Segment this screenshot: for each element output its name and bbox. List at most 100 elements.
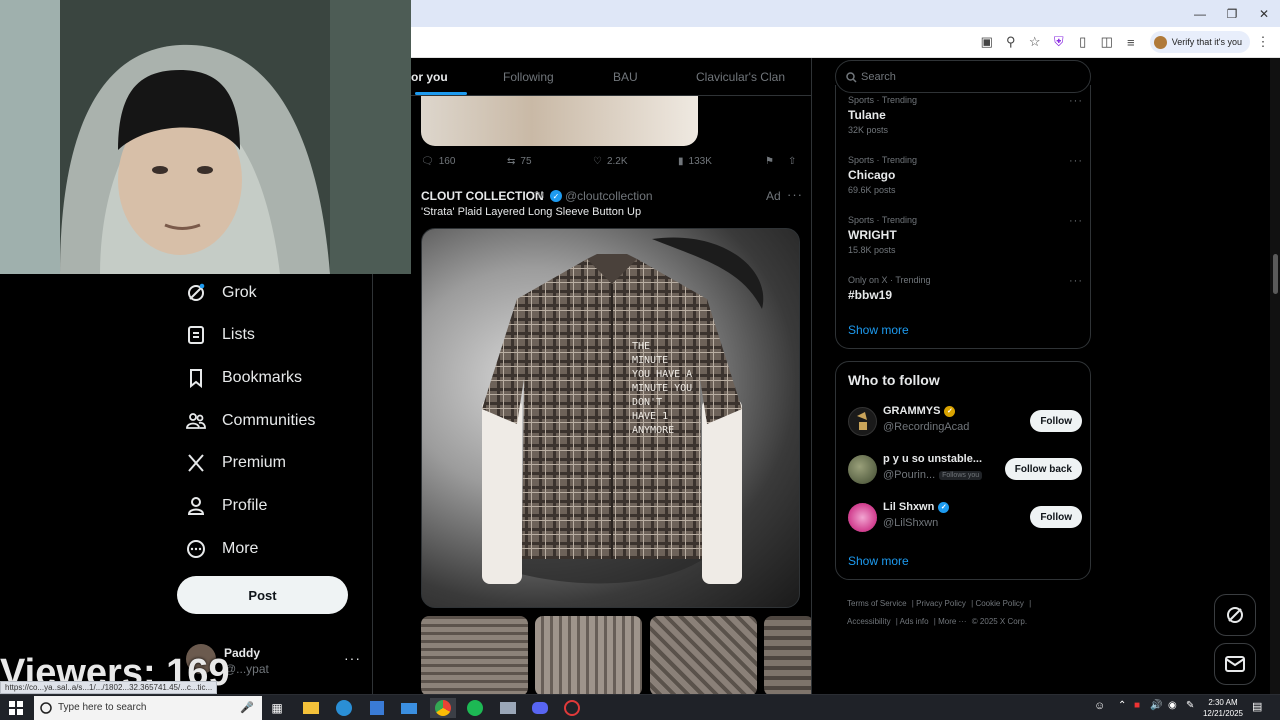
task-view-icon[interactable]: ▦: [266, 698, 288, 718]
follow-suggestion[interactable]: p y u so unstable... @Pourin... Follows y…: [848, 453, 1082, 489]
extensions-icon[interactable]: ▯: [1072, 31, 1094, 53]
reply-count: 160: [438, 156, 456, 167]
discord-icon[interactable]: [529, 698, 551, 718]
view-count: 133K: [688, 156, 712, 167]
follow-back-button[interactable]: Follow back: [1004, 458, 1082, 480]
close-icon[interactable]: ✕: [1248, 0, 1280, 27]
follow-suggestion[interactable]: GRAMMYS ✓ @RecordingAcad Follow: [848, 405, 1082, 441]
trends-show-more-link[interactable]: Show more: [848, 323, 909, 337]
search-input[interactable]: Search: [835, 60, 1091, 93]
post-button[interactable]: Post: [177, 576, 348, 614]
more-icon[interactable]: ···: [787, 187, 803, 202]
nav-label: Communities: [222, 412, 316, 429]
grok-fab-button[interactable]: [1214, 594, 1256, 636]
split-icon[interactable]: ◫: [1096, 31, 1118, 53]
profile-avatar-icon: [1153, 35, 1167, 49]
menu-kebab-icon[interactable]: ⋮: [1252, 31, 1274, 53]
minimize-icon[interactable]: —: [1184, 0, 1216, 27]
volume-icon[interactable]: 🔊: [1150, 700, 1162, 711]
taskbar-clock[interactable]: 2:30 AM 12/21/2025: [1198, 697, 1248, 719]
tab-bau[interactable]: BAU: [613, 70, 638, 84]
page-scrollbar[interactable]: [1270, 58, 1280, 694]
spotify-icon[interactable]: [464, 698, 486, 718]
restore-icon[interactable]: ❐: [1216, 0, 1248, 27]
file-explorer-icon[interactable]: [300, 698, 322, 718]
nav-item-communities[interactable]: Communities: [186, 406, 315, 436]
shirt-print-text: MINUTE: [632, 355, 668, 366]
edge-icon[interactable]: [333, 698, 355, 718]
verify-chip-label: Verify that it's you: [1171, 37, 1242, 47]
share-button[interactable]: ⇧: [788, 156, 796, 167]
star-icon[interactable]: ☆: [1024, 31, 1046, 53]
shield-icon[interactable]: ⛨: [1048, 31, 1070, 53]
nav-item-premium[interactable]: Premium: [186, 448, 286, 478]
tray-app-icon[interactable]: ■: [1134, 700, 1140, 711]
footer-link-more[interactable]: More ···: [938, 617, 966, 626]
nav-item-grok[interactable]: Grok: [186, 278, 257, 308]
ad-image[interactable]: THE MINUTE YOU HAVE A MINUTE YOU DON'T HAVE 1…: [421, 228, 800, 608]
app-icon[interactable]: [497, 698, 519, 718]
repost-button[interactable]: ⇆ 75: [507, 156, 532, 167]
trend-item[interactable]: Sports · Trending Chicago 69.6K posts ··…: [848, 155, 1083, 205]
follow-suggestion[interactable]: Lil Shxwn ✓ @LilShxwn Follow: [848, 501, 1082, 537]
nav-item-profile[interactable]: Profile: [186, 491, 267, 521]
trend-count: 15.8K posts: [848, 245, 896, 255]
tab-clavicular-clan[interactable]: Clavicular's Clan: [696, 70, 785, 84]
toolbar-icons: ▣ ⚲ ☆ ⛨ ▯ ◫ ≡ Verify that it's you ⋮: [976, 31, 1274, 53]
store-icon[interactable]: [366, 698, 388, 718]
install-icon[interactable]: ▣: [976, 31, 998, 53]
reply-button[interactable]: 🗨 160: [421, 156, 455, 167]
start-button[interactable]: [5, 698, 27, 718]
people-icon[interactable]: ☺: [1094, 700, 1105, 712]
trend-item[interactable]: Sports · Trending WRIGHT 15.8K posts ···: [848, 215, 1083, 265]
views-button[interactable]: ▮ 133K: [678, 156, 712, 167]
notifications-icon[interactable]: ▤: [1252, 700, 1262, 713]
who-to-follow-show-more-link[interactable]: Show more: [848, 554, 909, 568]
footer-link-ads-info[interactable]: Ads info: [900, 617, 929, 626]
carousel-thumb[interactable]: [764, 616, 811, 694]
trend-item[interactable]: Sports · Trending Tulane 32K posts ···: [848, 95, 1083, 145]
microphone-icon[interactable]: 🎤: [240, 701, 254, 714]
more-icon[interactable]: ···: [1069, 155, 1083, 167]
pen-icon[interactable]: ✎: [1186, 700, 1194, 711]
follow-button[interactable]: Follow: [1030, 506, 1082, 528]
trend-count: 69.6K posts: [848, 185, 896, 195]
verify-chip[interactable]: Verify that it's you: [1149, 31, 1250, 53]
tab-following[interactable]: Following: [503, 70, 554, 84]
nav-item-more[interactable]: More: [186, 534, 258, 564]
ad-handle[interactable]: @cloutcollection: [565, 189, 653, 203]
window-controls: — ❐ ✕: [1184, 0, 1280, 27]
ad-account-name[interactable]: CLOUT COLLECTION: [421, 189, 544, 203]
app-red-icon[interactable]: [561, 698, 583, 718]
carousel-thumb[interactable]: [650, 616, 757, 694]
taskbar-search-input[interactable]: Type here to search 🎤: [34, 696, 262, 720]
chrome-icon[interactable]: [430, 698, 456, 718]
tab-for-you[interactable]: or you: [411, 70, 448, 84]
footer-link-cookie[interactable]: Cookie Policy: [975, 599, 1023, 608]
carousel-thumb[interactable]: [535, 616, 642, 694]
playlist-icon[interactable]: ≡: [1120, 31, 1142, 53]
like-button[interactable]: ♡ 2.2K: [593, 156, 628, 167]
more-icon[interactable]: ···: [1069, 215, 1083, 227]
suggestion-name-text: GRAMMYS: [883, 405, 941, 417]
mail-app-icon[interactable]: [398, 698, 420, 718]
footer-link-accessibility[interactable]: Accessibility: [847, 617, 891, 626]
bookmark-button[interactable]: ⚑: [765, 156, 774, 167]
nav-item-lists[interactable]: Lists: [186, 320, 255, 350]
zoom-icon[interactable]: ⚲: [1000, 31, 1022, 53]
follow-button[interactable]: Follow: [1030, 410, 1082, 432]
more-icon: ···: [344, 650, 361, 666]
carousel-thumb[interactable]: [421, 616, 528, 694]
more-icon[interactable]: ···: [1069, 275, 1083, 287]
scrollbar-thumb[interactable]: [1273, 254, 1278, 294]
previous-post-image[interactable]: [421, 96, 698, 146]
footer-link-privacy[interactable]: Privacy Policy: [916, 599, 966, 608]
nav-item-bookmarks[interactable]: Bookmarks: [186, 363, 302, 393]
more-icon[interactable]: ···: [1069, 95, 1083, 107]
network-icon[interactable]: ◉: [1168, 700, 1177, 711]
trend-item[interactable]: Only on X · Trending #bbw19 ···: [848, 275, 1083, 325]
avatar: [848, 455, 877, 484]
footer-link-terms[interactable]: Terms of Service: [847, 599, 907, 608]
tray-chevron-icon[interactable]: ⌃: [1118, 700, 1126, 711]
messages-fab-button[interactable]: [1214, 643, 1256, 685]
